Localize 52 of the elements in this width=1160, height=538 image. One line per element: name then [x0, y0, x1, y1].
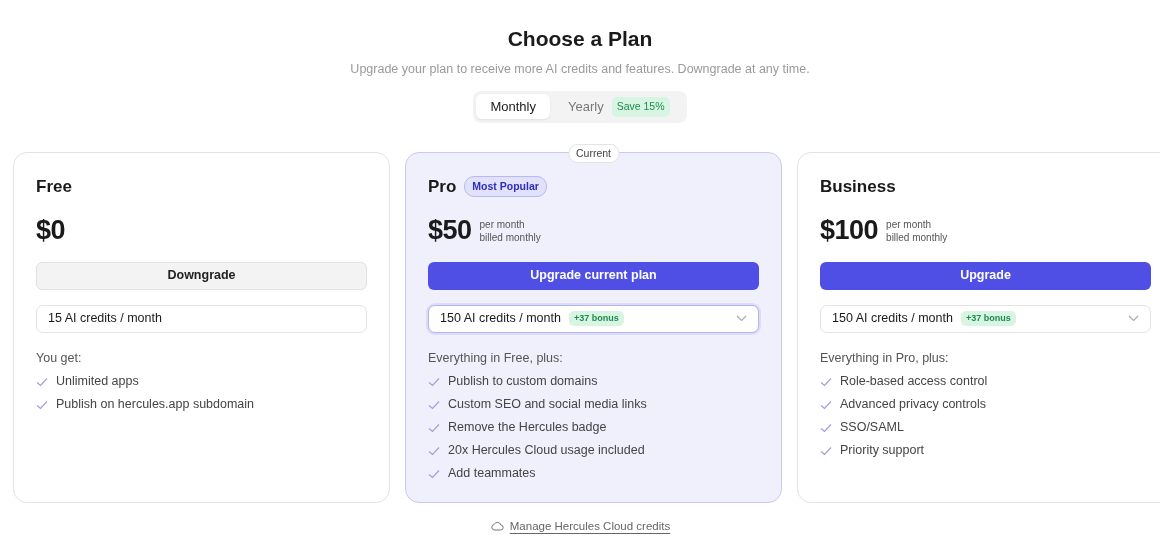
- feature-text: SSO/SAML: [840, 419, 904, 437]
- feature-text: Role-based access control: [840, 373, 988, 391]
- billing-tab[interactable]: Monthly: [476, 93, 550, 120]
- check-icon: [428, 422, 440, 433]
- feature-text: Add teammates: [448, 465, 536, 483]
- plan-name: Free: [36, 175, 72, 198]
- price-note: per month billed monthly: [886, 217, 948, 244]
- current-tag: Current: [568, 143, 619, 164]
- plan-price: $50: [428, 214, 472, 248]
- feature-text: Unlimited apps: [56, 373, 139, 391]
- plan-price: $100: [820, 214, 879, 248]
- check-icon: [428, 376, 440, 387]
- plan-name: Pro: [428, 175, 457, 198]
- price-note: per month billed monthly: [479, 217, 541, 244]
- plan-name: Business: [820, 175, 896, 198]
- feature-text: 20x Hercules Cloud usage included: [448, 442, 645, 460]
- check-icon: [36, 399, 48, 410]
- discount-badge: Save 15%: [611, 96, 670, 117]
- check-icon: [820, 399, 832, 410]
- bonus-badge: +37 bonus: [960, 310, 1016, 327]
- chevron-down-icon: [736, 315, 747, 322]
- page-subtitle: Upgrade your plan to receive more AI credits and features. Downgrade at any time.: [349, 61, 811, 78]
- check-icon: [428, 445, 440, 456]
- features-heading: You get:: [36, 349, 83, 367]
- feature-text: Publish on hercules.app subdomain: [56, 396, 255, 414]
- credits-select[interactable]: 150 AI credits / month +37 bonus: [428, 304, 759, 333]
- chevron-down-icon: [1128, 315, 1139, 322]
- check-icon: [428, 468, 440, 479]
- credits-select[interactable]: 150 AI credits / month +37 bonus: [820, 304, 1151, 333]
- feature-text: Priority support: [840, 442, 925, 460]
- plan-button[interactable]: Downgrade: [36, 261, 367, 290]
- cloud-icon: [489, 521, 504, 532]
- billing-tab[interactable]: Yearly Save 15%: [554, 93, 684, 120]
- features-heading: Everything in Pro, plus:: [820, 349, 950, 367]
- plan-price: $0: [36, 214, 66, 248]
- feature-text: Publish to custom domains: [448, 373, 598, 391]
- popular-badge: Most Popular: [464, 175, 547, 198]
- credits-link[interactable]: Manage Hercules Cloud credits: [509, 517, 671, 535]
- feature-text: Remove the Hercules badge: [448, 419, 607, 437]
- features-heading: Everything in Free, plus:: [428, 349, 564, 367]
- plan-button[interactable]: Upgrade current plan: [428, 261, 759, 290]
- bonus-badge: +37 bonus: [568, 310, 624, 327]
- feature-text: Advanced privacy controls: [840, 396, 986, 414]
- page-title: Choose a Plan: [506, 26, 654, 52]
- check-icon: [820, 376, 832, 387]
- credits-field: 15 AI credits / month: [36, 304, 367, 333]
- check-icon: [36, 376, 48, 387]
- plan-button[interactable]: Upgrade: [820, 261, 1151, 290]
- check-icon: [820, 445, 832, 456]
- check-icon: [820, 422, 832, 433]
- feature-text: Custom SEO and social media links: [448, 396, 647, 414]
- check-icon: [428, 399, 440, 410]
